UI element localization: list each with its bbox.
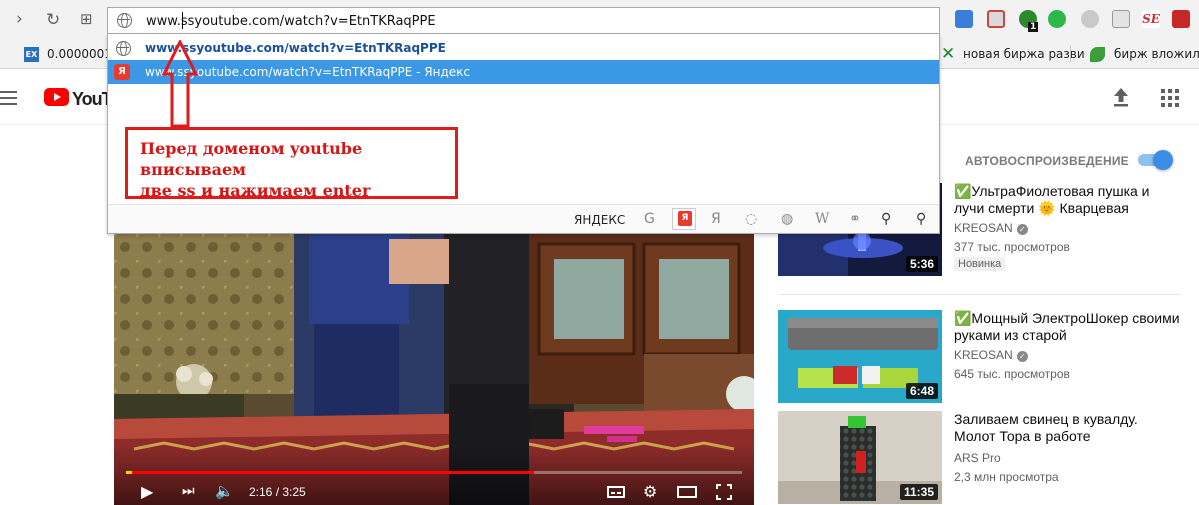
video-title[interactable]: Заливаем свинец в кувалду. Молот Тора в … bbox=[954, 411, 1182, 445]
view-count: 645 тыс. просмотров bbox=[954, 367, 1070, 381]
yandex-alt-icon[interactable]: Я bbox=[711, 211, 721, 227]
check-extension-icon[interactable] bbox=[1048, 10, 1066, 28]
x-bookmark-icon: ✕ bbox=[941, 44, 956, 64]
sidebar-divider bbox=[778, 294, 1181, 295]
annotation-text-line2: две ss и нажимаем enter bbox=[140, 181, 371, 200]
search-engines-strip: ЯНДЕКС G Я Я ◌ ◍ W ⚭ ⚲ ⚲ bbox=[108, 204, 939, 233]
extension-badge: 1 bbox=[1028, 22, 1039, 32]
progress-bar[interactable] bbox=[126, 471, 742, 474]
video-duration: 5:36 bbox=[905, 256, 938, 272]
reload-icon[interactable]: ↻ bbox=[46, 10, 60, 30]
channel-name[interactable]: KREOSAN ✓ bbox=[954, 221, 1028, 235]
channel-name-text: ARS Pro bbox=[954, 451, 1001, 465]
verified-check-icon: ✓ bbox=[1016, 224, 1028, 235]
leaf-bookmark-icon bbox=[1090, 47, 1105, 62]
bookmark-separator bbox=[1070, 46, 1071, 62]
duckduckgo-icon[interactable]: ◍ bbox=[781, 211, 793, 227]
video-title[interactable]: ✅Мощный ЭлектроШокер своими руками из ст… bbox=[954, 310, 1182, 344]
translate-extension-icon[interactable] bbox=[955, 10, 973, 28]
progress-marker bbox=[126, 471, 132, 474]
theater-mode-icon[interactable] bbox=[677, 486, 697, 498]
video-thumbnail[interactable]: 6:48 bbox=[778, 310, 942, 403]
se-extension-icon[interactable]: SE bbox=[1142, 10, 1160, 28]
verified-check-icon: ✓ bbox=[1016, 351, 1028, 362]
subtitles-icon[interactable] bbox=[607, 486, 625, 498]
upload-icon[interactable] bbox=[1113, 87, 1129, 107]
exchange-bookmark-icon: EX bbox=[24, 47, 39, 62]
search-icon[interactable]: ⚲ bbox=[916, 211, 926, 227]
sync-icon[interactable]: ◌ bbox=[745, 211, 757, 227]
view-count: 2,3 млн просмотра bbox=[954, 470, 1059, 484]
google-icon[interactable]: G bbox=[644, 211, 655, 227]
yandex-icon: Я bbox=[114, 64, 130, 80]
annotation-arrow bbox=[161, 40, 199, 128]
yandex-icon: Я bbox=[678, 211, 692, 226]
channel-name[interactable]: KREOSAN ✓ bbox=[954, 348, 1028, 362]
recommended-video[interactable]: 11:35 Заливаем свинец в кувалду. Молот Т… bbox=[778, 411, 1198, 505]
video-duration: 6:48 bbox=[905, 383, 938, 399]
channel-name-text: KREOSAN bbox=[954, 221, 1013, 235]
video-player[interactable]: ▶ ⏭ 🔈 2:16 / 3:25 ⚙ bbox=[114, 234, 754, 505]
video-title[interactable]: ✅УльтраФиолетовая пушка и лучи смерти 🌞 … bbox=[954, 183, 1182, 217]
tabs-grid-icon[interactable]: ⊞ bbox=[80, 10, 93, 28]
time-display: 2:16 / 3:25 bbox=[249, 485, 306, 499]
progress-played bbox=[126, 471, 535, 474]
recommended-video[interactable]: 6:48 ✅Мощный ЭлектроШокер своими руками … bbox=[778, 310, 1198, 405]
next-icon[interactable]: ⏭ bbox=[182, 483, 195, 499]
autoplay-toggle-knob bbox=[1153, 150, 1173, 170]
video-thumbnail[interactable]: 11:35 bbox=[778, 411, 942, 504]
play-icon[interactable]: ▶ bbox=[141, 482, 153, 501]
monitor-extension-icon[interactable] bbox=[1112, 10, 1130, 28]
forward-icon[interactable]: › bbox=[16, 9, 23, 29]
yandex-engine-button[interactable]: Я bbox=[672, 208, 696, 230]
autoplay-toggle[interactable] bbox=[1136, 150, 1173, 170]
new-badge: Новинка bbox=[954, 257, 1006, 271]
annotation-callout: Перед доменом youtube вписываем две ss и… bbox=[125, 127, 458, 200]
save-extension-icon[interactable] bbox=[1172, 10, 1190, 28]
suggestion-url[interactable]: www.ssyoutube.com/watch?v=EtnTKRaqPPE bbox=[108, 36, 939, 60]
screenshot-extension-icon[interactable] bbox=[987, 10, 1005, 28]
apps-grid-icon[interactable] bbox=[1161, 89, 1179, 107]
suggestion-yandex-search[interactable]: Я www.ssyoutube.com/watch?v=EtnTKRaqPPE … bbox=[108, 60, 939, 84]
globe-icon bbox=[117, 13, 132, 28]
annotation-text-line1: Перед доменом youtube вписываем bbox=[140, 139, 363, 179]
search-icon[interactable]: ⚲ bbox=[881, 211, 891, 227]
volume-icon[interactable]: 🔈 bbox=[215, 482, 234, 500]
youtube-logo-icon[interactable] bbox=[44, 88, 69, 106]
view-count: 377 тыс. просмотров bbox=[954, 240, 1070, 254]
settings-gear-icon[interactable]: ⚙ bbox=[643, 482, 657, 501]
controls-gradient bbox=[114, 444, 754, 505]
globe-extension-icon[interactable] bbox=[1081, 10, 1099, 28]
video-duration: 11:35 bbox=[899, 484, 938, 500]
fullscreen-icon[interactable] bbox=[716, 484, 732, 500]
channel-name[interactable]: ARS Pro bbox=[954, 451, 1001, 465]
link-icon[interactable]: ⚭ bbox=[849, 211, 861, 227]
text-caret bbox=[182, 12, 183, 29]
bookmark-item[interactable]: бирж вложил 1 bbox=[1114, 47, 1199, 61]
search-engine-label: ЯНДЕКС bbox=[574, 213, 626, 227]
channel-name-text: KREOSAN bbox=[954, 348, 1013, 362]
autoplay-label: АВТОВОСПРОИЗВЕДЕНИЕ bbox=[965, 154, 1129, 168]
address-bar[interactable]: www.ssyoutube.com/watch?v=EtnTKRaqPPE bbox=[107, 7, 940, 34]
hamburger-menu-icon[interactable] bbox=[0, 91, 17, 105]
address-input[interactable]: www.ssyoutube.com/watch?v=EtnTKRaqPPE bbox=[146, 14, 436, 29]
globe-icon bbox=[116, 41, 131, 56]
bookmark-item[interactable]: новая биржа разви bbox=[963, 47, 1085, 61]
wikipedia-icon[interactable]: W bbox=[815, 211, 829, 227]
